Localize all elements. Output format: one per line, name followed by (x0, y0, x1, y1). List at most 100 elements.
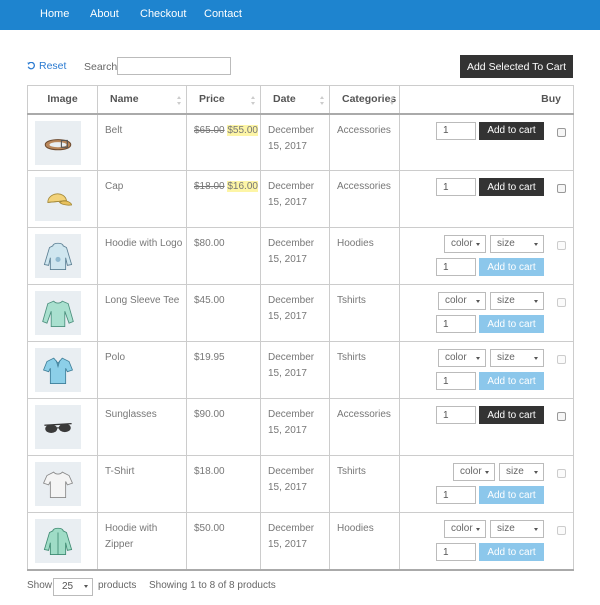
product-thumbnail[interactable] (35, 462, 81, 506)
size-select[interactable]: size (490, 349, 544, 367)
add-to-cart-button[interactable]: Add to cart (479, 178, 544, 196)
product-price: $19.95 (194, 352, 225, 363)
quantity-input[interactable] (436, 543, 476, 561)
product-name[interactable]: Hoodie with Zipper (105, 521, 157, 553)
product-category[interactable]: Accessories (337, 179, 391, 195)
product-name[interactable]: Hoodie with Logo (105, 236, 182, 252)
header-image: Image (27, 85, 98, 115)
select-checkbox[interactable] (557, 127, 566, 137)
product-date: December 15, 2017 (268, 295, 315, 322)
nav-contact[interactable]: Contact (204, 8, 242, 20)
color-select[interactable]: color (438, 349, 486, 367)
chevron-down-icon (485, 471, 489, 474)
regular-price: $18.00 (194, 181, 225, 192)
product-price: $45.00 (194, 295, 225, 306)
product-name[interactable]: Cap (105, 179, 123, 195)
header-name[interactable]: Name (97, 85, 187, 115)
add-selected-to-cart-button[interactable]: Add Selected To Cart (460, 55, 573, 78)
product-thumbnail[interactable] (35, 177, 81, 221)
quantity-input[interactable] (436, 406, 476, 424)
table-row: Cap $18.00 $16.00 December 15, 2017 Acces… (27, 170, 574, 228)
add-to-cart-button[interactable]: Add to cart (479, 372, 544, 390)
product-category[interactable]: Hoodies (337, 521, 374, 537)
product-thumbnail[interactable] (35, 234, 81, 278)
size-select[interactable]: size (490, 235, 544, 253)
select-checkbox[interactable] (557, 469, 566, 478)
product-name[interactable]: Sunglasses (105, 407, 157, 423)
product-name[interactable]: Long Sleeve Tee (105, 293, 179, 309)
header-buy: Buy (399, 85, 574, 115)
chevron-down-icon (534, 243, 538, 246)
product-date: December 15, 2017 (268, 181, 315, 208)
quantity-input[interactable] (436, 315, 476, 333)
search-input[interactable] (117, 57, 231, 75)
products-table: Image Name Price Date Categories Buy Bel… (27, 85, 574, 571)
select-checkbox[interactable] (557, 298, 566, 307)
product-category[interactable]: Hoodies (337, 236, 374, 252)
quantity-input[interactable] (436, 258, 476, 276)
header-categories[interactable]: Categories (329, 85, 400, 115)
sort-icon (177, 96, 182, 105)
product-date: December 15, 2017 (268, 238, 315, 265)
product-thumbnail[interactable] (35, 291, 81, 335)
product-name[interactable]: Belt (105, 123, 122, 139)
sort-icon (251, 96, 256, 105)
sale-price: $16.00 (227, 181, 258, 192)
chevron-down-icon (476, 300, 480, 303)
sunglasses-icon (44, 422, 72, 433)
belt-icon (44, 138, 72, 150)
size-select[interactable]: size (490, 292, 544, 310)
product-thumbnail[interactable] (35, 120, 81, 165)
products-label: products (98, 580, 137, 591)
product-category[interactable]: Tshirts (337, 464, 366, 480)
sale-price: $55.00 (227, 124, 258, 136)
product-category[interactable]: Tshirts (337, 350, 366, 366)
quantity-input[interactable] (436, 372, 476, 390)
add-to-cart-button[interactable]: Add to cart (479, 258, 544, 276)
product-price: $90.00 (194, 409, 225, 420)
quantity-input[interactable] (436, 178, 476, 196)
color-select[interactable]: color (444, 520, 486, 538)
product-category[interactable]: Accessories (337, 123, 391, 139)
nav-checkout[interactable]: Checkout (140, 8, 186, 20)
product-price: $65.00 $55.00 (194, 123, 258, 139)
size-select[interactable]: size (499, 463, 544, 481)
regular-price: $65.00 (194, 124, 225, 136)
page-size-select[interactable]: 25 (53, 578, 93, 596)
quantity-input[interactable] (436, 486, 476, 504)
product-category[interactable]: Tshirts (337, 293, 366, 309)
product-thumbnail[interactable] (35, 405, 81, 449)
color-select[interactable]: color (438, 292, 486, 310)
color-select[interactable]: color (453, 463, 495, 481)
chevron-down-icon (476, 243, 480, 246)
size-select[interactable]: size (490, 520, 544, 538)
add-to-cart-button[interactable]: Add to cart (479, 121, 544, 140)
select-checkbox[interactable] (557, 526, 566, 535)
header-date[interactable]: Date (260, 85, 330, 115)
add-to-cart-button[interactable]: Add to cart (479, 543, 544, 561)
tshirt-icon (42, 471, 74, 499)
select-checkbox[interactable] (557, 241, 566, 250)
reset-button[interactable]: Reset (27, 60, 66, 72)
show-label: Show (27, 580, 53, 591)
product-name[interactable]: T-Shirt (105, 464, 134, 480)
color-select[interactable]: color (444, 235, 486, 253)
table-row: T-Shirt $18.00 December 15, 2017 Tshirts … (27, 455, 574, 513)
header-price[interactable]: Price (186, 85, 261, 115)
product-name[interactable]: Polo (105, 350, 125, 366)
select-checkbox[interactable] (557, 184, 566, 193)
table-row: Long Sleeve Tee $45.00 December 15, 2017 … (27, 284, 574, 342)
quantity-input[interactable] (436, 121, 476, 140)
add-to-cart-button[interactable]: Add to cart (479, 315, 544, 333)
cap-icon (47, 193, 73, 206)
add-to-cart-button[interactable]: Add to cart (479, 486, 544, 504)
nav-about[interactable]: About (90, 8, 119, 20)
product-thumbnail[interactable] (35, 348, 81, 392)
product-thumbnail[interactable] (35, 519, 81, 563)
select-checkbox[interactable] (557, 412, 566, 421)
nav-home[interactable]: Home (40, 8, 69, 20)
select-checkbox[interactable] (557, 355, 566, 364)
search-label: Search: (84, 61, 121, 73)
add-to-cart-button[interactable]: Add to cart (479, 406, 544, 424)
product-category[interactable]: Accessories (337, 407, 391, 423)
